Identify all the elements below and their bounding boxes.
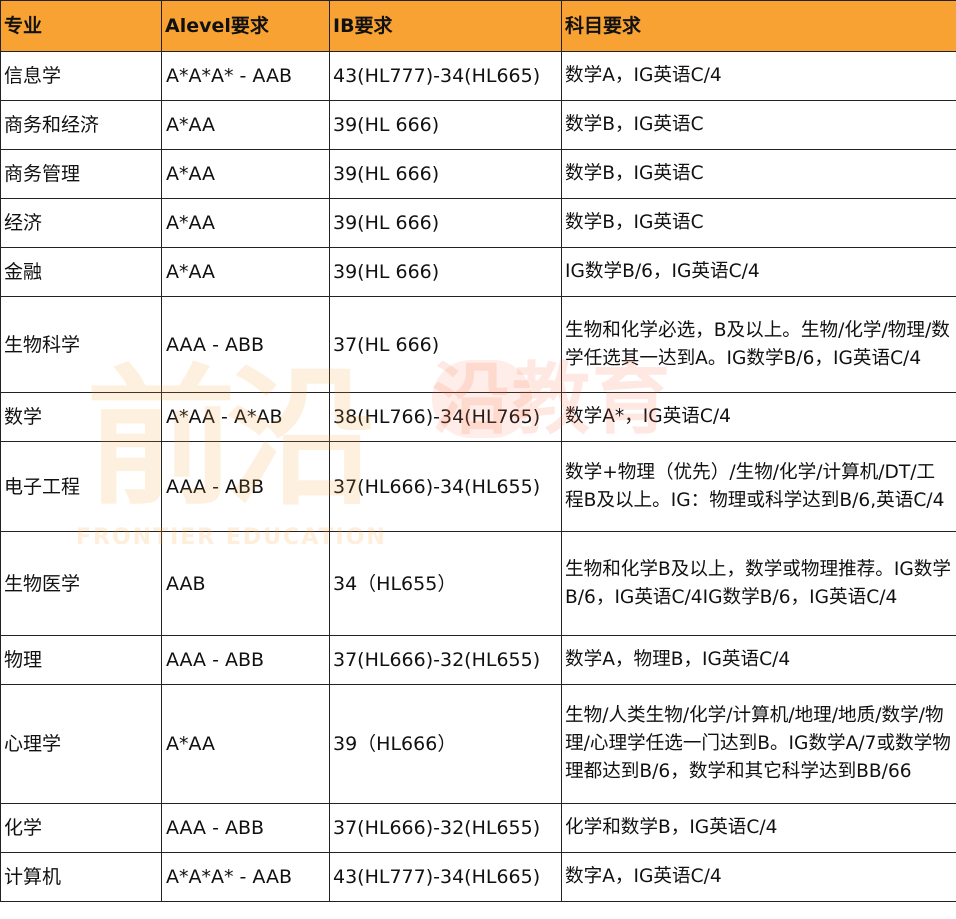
major-cell: 心理学 — [0, 684, 162, 804]
alevel-cell: A*AA — [161, 149, 330, 199]
major-cell: 物理 — [0, 635, 162, 685]
header-alevel: Alevel要求 — [161, 0, 330, 52]
header-major: 专业 — [0, 0, 162, 52]
ib-cell: 39(HL 666) — [329, 247, 562, 297]
alevel-cell: A*AA — [161, 198, 330, 248]
table-row: 生物科学 AAA - ABB 37(HL 666) 生物和化学必选，B及以上。生… — [0, 296, 956, 393]
table-row: 商务和经济 A*AA 39(HL 666) 数学B，IG英语C — [0, 100, 956, 150]
ib-cell: 34（HL655） — [329, 531, 562, 636]
subjects-cell: 生物和化学必选，B及以上。生物/化学/物理/数学任选其一达到A。IG数学B/6，… — [561, 296, 956, 393]
subjects-cell: 数学B，IG英语C — [561, 100, 956, 150]
table-row: 经济 A*AA 39(HL 666) 数学B，IG英语C — [0, 198, 956, 248]
table-row: 商务管理 A*AA 39(HL 666) 数学B，IG英语C — [0, 149, 956, 199]
subjects-cell: 数学+物理（优先）/生物/化学/计算机/DT/工程B及以上。IG：物理或科学达到… — [561, 441, 956, 532]
alevel-cell: A*AA — [161, 247, 330, 297]
table-row: 心理学 A*AA 39（HL666） 生物/人类生物/化学/计算机/地理/地质/… — [0, 684, 956, 804]
major-cell: 经济 — [0, 198, 162, 248]
major-cell: 信息学 — [0, 51, 162, 101]
table-row: 数学 A*AA - A*AB 38(HL766)-34(HL765) 数学A*，… — [0, 392, 956, 442]
subjects-cell: 数学A，IG英语C/4 — [561, 51, 956, 101]
major-cell: 生物科学 — [0, 296, 162, 393]
alevel-cell: A*A*A* - AAB — [161, 852, 330, 902]
major-cell: 化学 — [0, 803, 162, 853]
ib-cell: 39（HL666） — [329, 684, 562, 804]
subjects-cell: 数学B，IG英语C — [561, 149, 956, 199]
requirements-table: 专业 Alevel要求 IB要求 科目要求 信息学 A*A*A* - AAB 4… — [0, 0, 956, 902]
header-ib: IB要求 — [329, 0, 562, 52]
alevel-cell: A*AA — [161, 100, 330, 150]
subjects-cell: 数学B，IG英语C — [561, 198, 956, 248]
table-row: 电子工程 AAA - ABB 37(HL666)-34(HL655) 数学+物理… — [0, 441, 956, 532]
table-row: 金融 A*AA 39(HL 666) IG数学B/6，IG英语C/4 — [0, 247, 956, 297]
ib-cell: 37(HL666)-32(HL655) — [329, 803, 562, 853]
table-row: 化学 AAA - ABB 37(HL666)-32(HL655) 化学和数学B，… — [0, 803, 956, 853]
ib-cell: 43(HL777)-34(HL665) — [329, 51, 562, 101]
subjects-cell: IG数学B/6，IG英语C/4 — [561, 247, 956, 297]
header-row: 专业 Alevel要求 IB要求 科目要求 — [0, 0, 956, 52]
major-cell: 生物医学 — [0, 531, 162, 636]
subjects-cell: 生物和化学B及以上，数学或物理推荐。IG数学B/6，IG英语C/4IG数学B/6… — [561, 531, 956, 636]
major-cell: 计算机 — [0, 852, 162, 902]
subjects-cell: 化学和数学B，IG英语C/4 — [561, 803, 956, 853]
alevel-cell: AAA - ABB — [161, 441, 330, 532]
ib-cell: 39(HL 666) — [329, 149, 562, 199]
ib-cell: 43(HL777)-34(HL665) — [329, 852, 562, 902]
admission-table-page: 专业 Alevel要求 IB要求 科目要求 信息学 A*A*A* - AAB 4… — [0, 0, 956, 919]
major-cell: 电子工程 — [0, 441, 162, 532]
ib-cell: 37(HL666)-34(HL655) — [329, 441, 562, 532]
alevel-cell: AAB — [161, 531, 330, 636]
ib-cell: 39(HL 666) — [329, 100, 562, 150]
ib-cell: 37(HL666)-32(HL655) — [329, 635, 562, 685]
subjects-cell: 数学A*，IG英语C/4 — [561, 392, 956, 442]
ib-cell: 39(HL 666) — [329, 198, 562, 248]
alevel-cell: A*AA — [161, 684, 330, 804]
major-cell: 商务管理 — [0, 149, 162, 199]
subjects-cell: 生物/人类生物/化学/计算机/地理/地质/数学/物理/心理学任选一门达到B。IG… — [561, 684, 956, 804]
alevel-cell: A*AA - A*AB — [161, 392, 330, 442]
major-cell: 商务和经济 — [0, 100, 162, 150]
table-row: 物理 AAA - ABB 37(HL666)-32(HL655) 数学A，物理B… — [0, 635, 956, 685]
subjects-cell: 数字A，IG英语C/4 — [561, 852, 956, 902]
alevel-cell: AAA - ABB — [161, 635, 330, 685]
table-row: 生物医学 AAB 34（HL655） 生物和化学B及以上，数学或物理推荐。IG数… — [0, 531, 956, 636]
major-cell: 金融 — [0, 247, 162, 297]
table-row: 信息学 A*A*A* - AAB 43(HL777)-34(HL665) 数学A… — [0, 51, 956, 101]
ib-cell: 37(HL 666) — [329, 296, 562, 393]
table-row: 计算机 A*A*A* - AAB 43(HL777)-34(HL665) 数字A… — [0, 852, 956, 902]
subjects-cell: 数学A，物理B，IG英语C/4 — [561, 635, 956, 685]
major-cell: 数学 — [0, 392, 162, 442]
ib-cell: 38(HL766)-34(HL765) — [329, 392, 562, 442]
alevel-cell: AAA - ABB — [161, 803, 330, 853]
alevel-cell: A*A*A* - AAB — [161, 51, 330, 101]
header-subjects: 科目要求 — [561, 0, 956, 52]
alevel-cell: AAA - ABB — [161, 296, 330, 393]
